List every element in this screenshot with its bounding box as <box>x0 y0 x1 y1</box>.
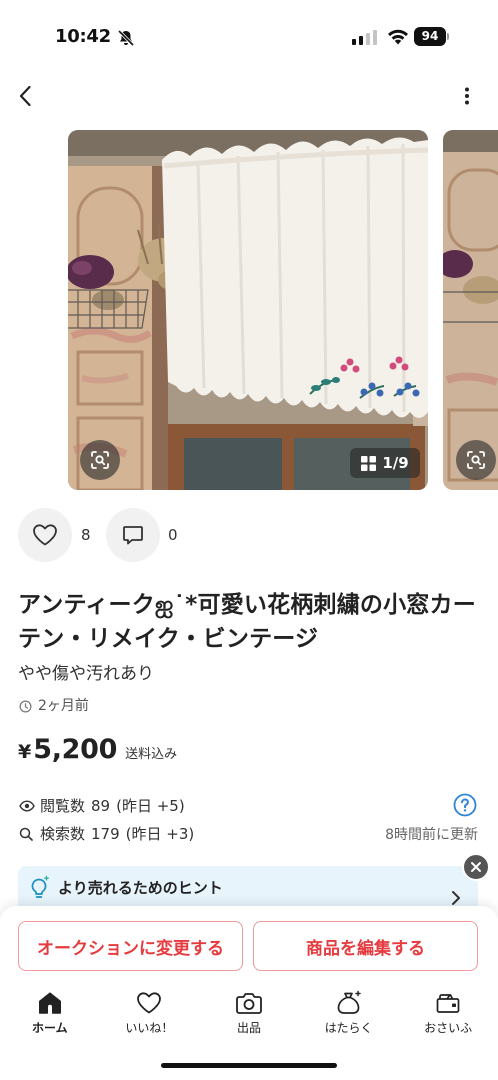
posted-time: 2ヶ月前 <box>19 697 89 715</box>
lightbulb-icon <box>27 875 51 901</box>
item-condition: やや傷や汚れあり <box>18 664 154 684</box>
item-title: アンティークஐ˙*可愛い花柄刺繍の小窓カーテン・リメイク・ビンテージ <box>18 592 476 652</box>
tab-sell[interactable]: 出品 <box>199 990 299 1038</box>
image-search-icon <box>467 451 485 469</box>
like-count: 8 <box>81 526 91 544</box>
tab-label-wallet: おさいふ <box>424 1021 473 1035</box>
updated-time: 8時間前に更新 <box>385 827 478 843</box>
image-counter[interactable]: 1/9 <box>350 448 420 478</box>
tab-work[interactable]: はたらく <box>299 990 399 1038</box>
views-label: 閲覧数 <box>40 797 86 815</box>
bell-slash-icon <box>117 29 135 47</box>
search-count: 179 <box>91 825 120 843</box>
search-stat: 検索数 179 (昨日 +3) <box>19 824 194 844</box>
image-counter-text: 1/9 <box>382 454 409 472</box>
close-icon <box>471 862 481 872</box>
eye-icon <box>19 800 35 812</box>
signal-icon <box>352 29 378 45</box>
views-count: 89 <box>91 797 111 815</box>
posted-time-text: 2ヶ月前 <box>38 698 89 714</box>
heart-icon <box>137 992 162 1014</box>
tab-label-work: はたらく <box>324 1021 373 1035</box>
search-label: 検索数 <box>40 825 86 843</box>
tab-label-home: ホーム <box>31 1021 68 1035</box>
search-icon <box>19 827 33 841</box>
tab-likes[interactable]: いいね！ <box>100 990 200 1038</box>
product-image-carousel[interactable] <box>0 130 498 490</box>
comment-icon <box>123 526 143 545</box>
lace-curtain <box>162 137 428 419</box>
product-photo-1[interactable] <box>68 130 428 490</box>
tab-label-sell: 出品 <box>236 1021 261 1035</box>
image-search-button[interactable] <box>80 440 120 480</box>
help-button[interactable] <box>453 793 477 817</box>
product-photo-image <box>68 130 428 490</box>
shipping-label: 送料込み <box>125 747 178 762</box>
comment-count: 0 <box>168 526 178 544</box>
chevron-right-icon <box>451 890 461 906</box>
home-indicator <box>161 1063 337 1068</box>
price-currency: ¥ <box>18 741 32 763</box>
views-delta: (昨日 +5) <box>116 797 185 815</box>
grid-icon <box>361 455 377 471</box>
camera-icon <box>236 993 262 1014</box>
views-stat: 閲覧数 89 (昨日 +5) <box>19 796 185 816</box>
tab-wallet[interactable]: おさいふ <box>398 990 498 1038</box>
tab-label-likes: いいね！ <box>125 1021 174 1035</box>
image-search-icon <box>91 451 109 469</box>
status-time: 10:42 <box>55 26 111 47</box>
wifi-icon <box>387 29 409 45</box>
heart-icon <box>33 524 57 546</box>
price: ¥ 5,200 送料込み <box>18 734 177 765</box>
tab-home[interactable]: ホーム <box>0 990 100 1038</box>
clock-icon <box>19 700 32 712</box>
price-amount: 5,200 <box>33 734 118 765</box>
change-to-auction-button[interactable]: オークションに変更する <box>18 921 243 971</box>
product-photo-2[interactable] <box>443 130 498 490</box>
like-button[interactable] <box>18 508 72 562</box>
back-chevron-icon <box>19 85 31 107</box>
search-delta: (昨日 +3) <box>125 825 195 843</box>
battery-icon: 94 <box>414 27 446 46</box>
more-menu-button[interactable] <box>456 82 478 110</box>
money-bag-icon <box>337 990 361 1014</box>
home-icon <box>38 992 61 1014</box>
product-photo-image-next <box>443 130 498 490</box>
help-icon <box>453 793 477 817</box>
wallet-icon <box>436 994 460 1013</box>
close-tips-button[interactable] <box>462 853 490 881</box>
back-button[interactable] <box>12 82 38 110</box>
selling-tips-text: より売れるためのヒント <box>58 879 223 897</box>
edit-item-button[interactable]: 商品を編集する <box>253 921 478 971</box>
more-vertical-icon <box>465 87 469 105</box>
battery-nub <box>447 33 449 40</box>
comment-button[interactable] <box>106 508 160 562</box>
image-search-button-next[interactable] <box>456 440 496 480</box>
tab-bar: ホーム いいね！ 出品 はたらく おさいふ <box>0 990 498 1038</box>
